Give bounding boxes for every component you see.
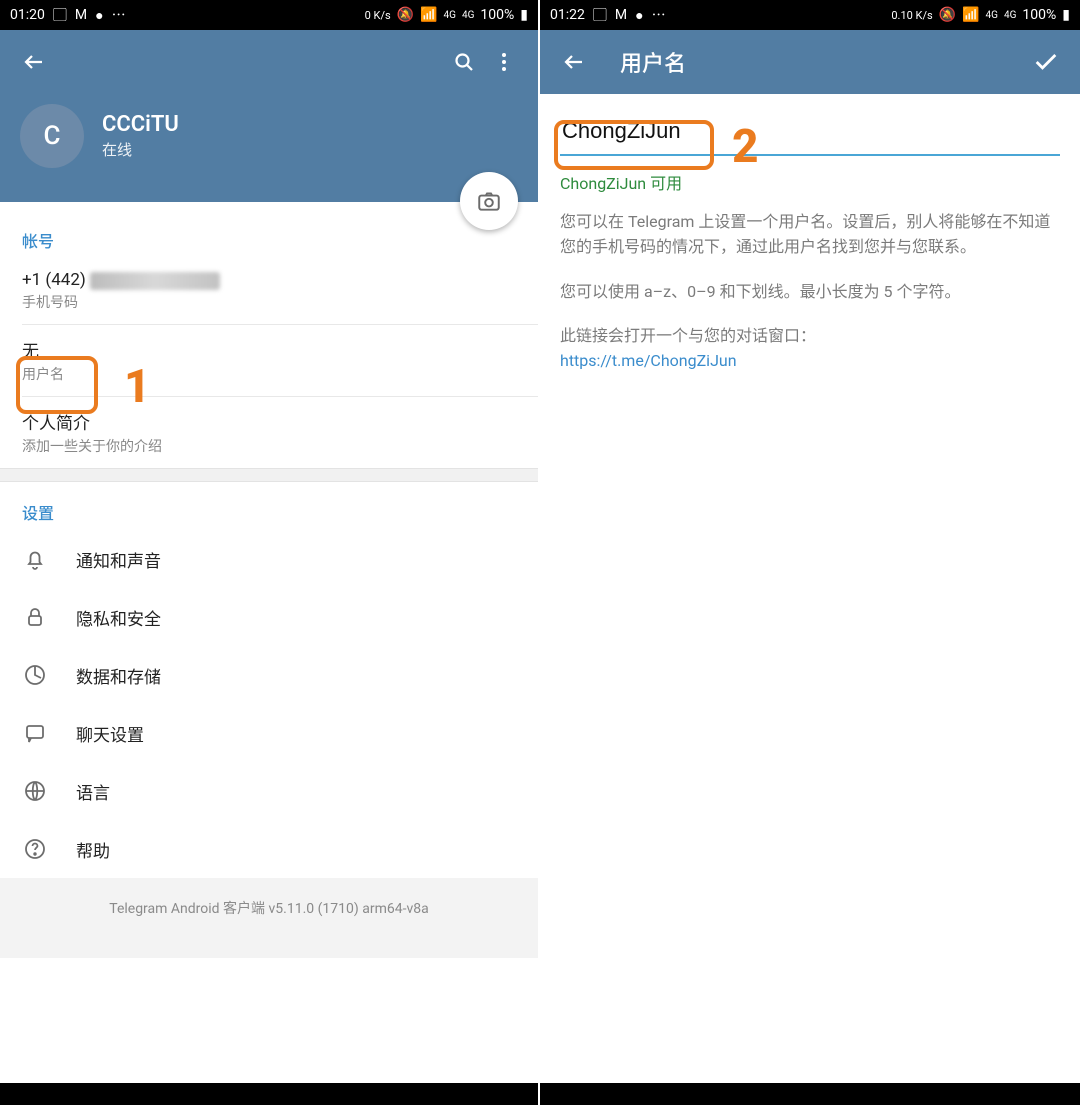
username-input-wrap: [540, 94, 1080, 156]
settings-item-language[interactable]: 语言: [0, 762, 538, 820]
android-nav-bar: [0, 1083, 538, 1105]
mute-icon: 🔕: [397, 7, 414, 23]
avatar[interactable]: C: [20, 104, 84, 168]
settings-item-label: 语言: [76, 779, 110, 804]
phone-value: +1 (442): [22, 270, 516, 290]
settings-section-header: 设置: [0, 482, 538, 530]
settings-item-notifications[interactable]: 通知和声音: [0, 530, 538, 588]
back-arrow-icon: [562, 50, 586, 74]
mute-icon: 🔕: [939, 7, 956, 23]
more-icon: ⋯: [112, 5, 126, 25]
net-speed: 0.10 K/s: [891, 9, 932, 22]
back-button[interactable]: [554, 42, 594, 82]
status-time: 01:22: [550, 7, 585, 23]
username-link-intro: 此链接会打开一个与您的对话窗口：: [560, 326, 816, 345]
username-value: 无: [22, 337, 516, 362]
battery-text: 100%: [480, 7, 514, 23]
phone-redacted: [90, 272, 220, 290]
settings-item-chat[interactable]: 聊天设置: [0, 704, 538, 762]
android-nav-bar: [540, 1083, 1080, 1105]
settings-item-label: 通知和声音: [76, 547, 161, 572]
phone-row[interactable]: +1 (442) 手机号码: [0, 258, 538, 324]
page-title: 用户名: [620, 46, 686, 78]
lock-icon: [22, 604, 48, 630]
username-available-text: ChongZiJun 可用: [540, 156, 1080, 200]
status-time: 01:20: [10, 7, 45, 23]
search-button[interactable]: [444, 42, 484, 82]
account-section-header: 帐号: [0, 202, 538, 258]
username-link[interactable]: https://t.me/ChongZiJun: [560, 351, 737, 370]
settings-item-label: 隐私和安全: [76, 605, 161, 630]
status-bar: 01:22 ▢ M ● ⋯ 0.10 K/s 🔕 📶 4G 4G 100% ▮: [540, 0, 1080, 30]
globe-icon: [22, 778, 48, 804]
bio-title: 个人简介: [22, 409, 516, 434]
mail-icon: M: [615, 7, 627, 23]
username-label: 用户名: [22, 364, 516, 384]
phone-prefix: +1 (442): [22, 270, 90, 290]
bio-hint: 添加一些关于你的介绍: [22, 436, 516, 456]
settings-item-label: 帮助: [76, 837, 110, 862]
camera-icon: [476, 188, 502, 214]
help-icon: [22, 836, 48, 862]
more-button[interactable]: [484, 42, 524, 82]
signal-4g-icon: 4G: [986, 10, 998, 21]
signal-4g-icon-2: 4G: [462, 10, 474, 21]
chat-settings-icon: [22, 720, 48, 746]
username-screen: 01:22 ▢ M ● ⋯ 0.10 K/s 🔕 📶 4G 4G 100% ▮ …: [540, 0, 1080, 1105]
username-info-3: 此链接会打开一个与您的对话窗口： https://t.me/ChongZiJun: [540, 314, 1080, 384]
username-input[interactable]: [560, 112, 1060, 156]
bio-row[interactable]: 个人简介 添加一些关于你的介绍: [0, 397, 538, 468]
battery-icon: ▮: [1062, 7, 1070, 23]
profile-name: CCCiTU: [102, 112, 179, 137]
settings-item-help[interactable]: 帮助: [0, 820, 538, 878]
chat-icon: ●: [95, 7, 103, 24]
username-info-2: 您可以使用 a–z、0–9 和下划线。最小长度为 5 个字符。: [540, 270, 1080, 315]
username-row[interactable]: 无 用户名: [0, 325, 538, 396]
bell-icon: [22, 546, 48, 572]
settings-item-label: 数据和存储: [76, 663, 161, 688]
back-arrow-icon: [22, 50, 46, 74]
battery-text: 100%: [1022, 7, 1056, 23]
settings-item-data[interactable]: 数据和存储: [0, 646, 538, 704]
status-bar: 01:20 ▢ M ● ⋯ 0 K/s 🔕 📶 4G 4G 100% ▮: [0, 0, 538, 30]
signal-4g-icon-2: 4G: [1004, 10, 1016, 21]
settings-item-label: 聊天设置: [76, 721, 144, 746]
more-icon: ⋯: [652, 5, 666, 25]
settings-item-privacy[interactable]: 隐私和安全: [0, 588, 538, 646]
profile-header: C CCCiTU 在线: [0, 94, 538, 202]
net-speed: 0 K/s: [365, 9, 391, 22]
signal-4g-icon: 4G: [444, 10, 456, 21]
wifi-icon: 📶: [962, 7, 979, 23]
battery-icon: ▮: [520, 7, 528, 23]
data-icon: [22, 662, 48, 688]
mail-icon: M: [75, 7, 87, 23]
app-bar: [0, 30, 538, 94]
username-info-1: 您可以在 Telegram 上设置一个用户名。设置后，别人将能够在不知道您的手机…: [540, 200, 1080, 270]
section-gap: [0, 468, 538, 482]
photo-icon: ▢: [593, 5, 607, 25]
more-vertical-icon: [492, 50, 516, 74]
change-photo-button[interactable]: [460, 172, 518, 230]
photo-icon: ▢: [53, 5, 67, 25]
wifi-icon: 📶: [420, 7, 437, 23]
back-button[interactable]: [14, 42, 54, 82]
profile-status: 在线: [102, 139, 179, 160]
chat-icon: ●: [635, 7, 643, 24]
phone-label: 手机号码: [22, 292, 516, 312]
check-icon: [1032, 48, 1060, 76]
settings-screen: 01:20 ▢ M ● ⋯ 0 K/s 🔕 📶 4G 4G 100% ▮: [0, 0, 540, 1105]
search-icon: [452, 50, 476, 74]
confirm-button[interactable]: [1026, 42, 1066, 82]
app-bar: 用户名: [540, 30, 1080, 94]
version-footer: Telegram Android 客户端 v5.11.0 (1710) arm6…: [0, 878, 538, 958]
